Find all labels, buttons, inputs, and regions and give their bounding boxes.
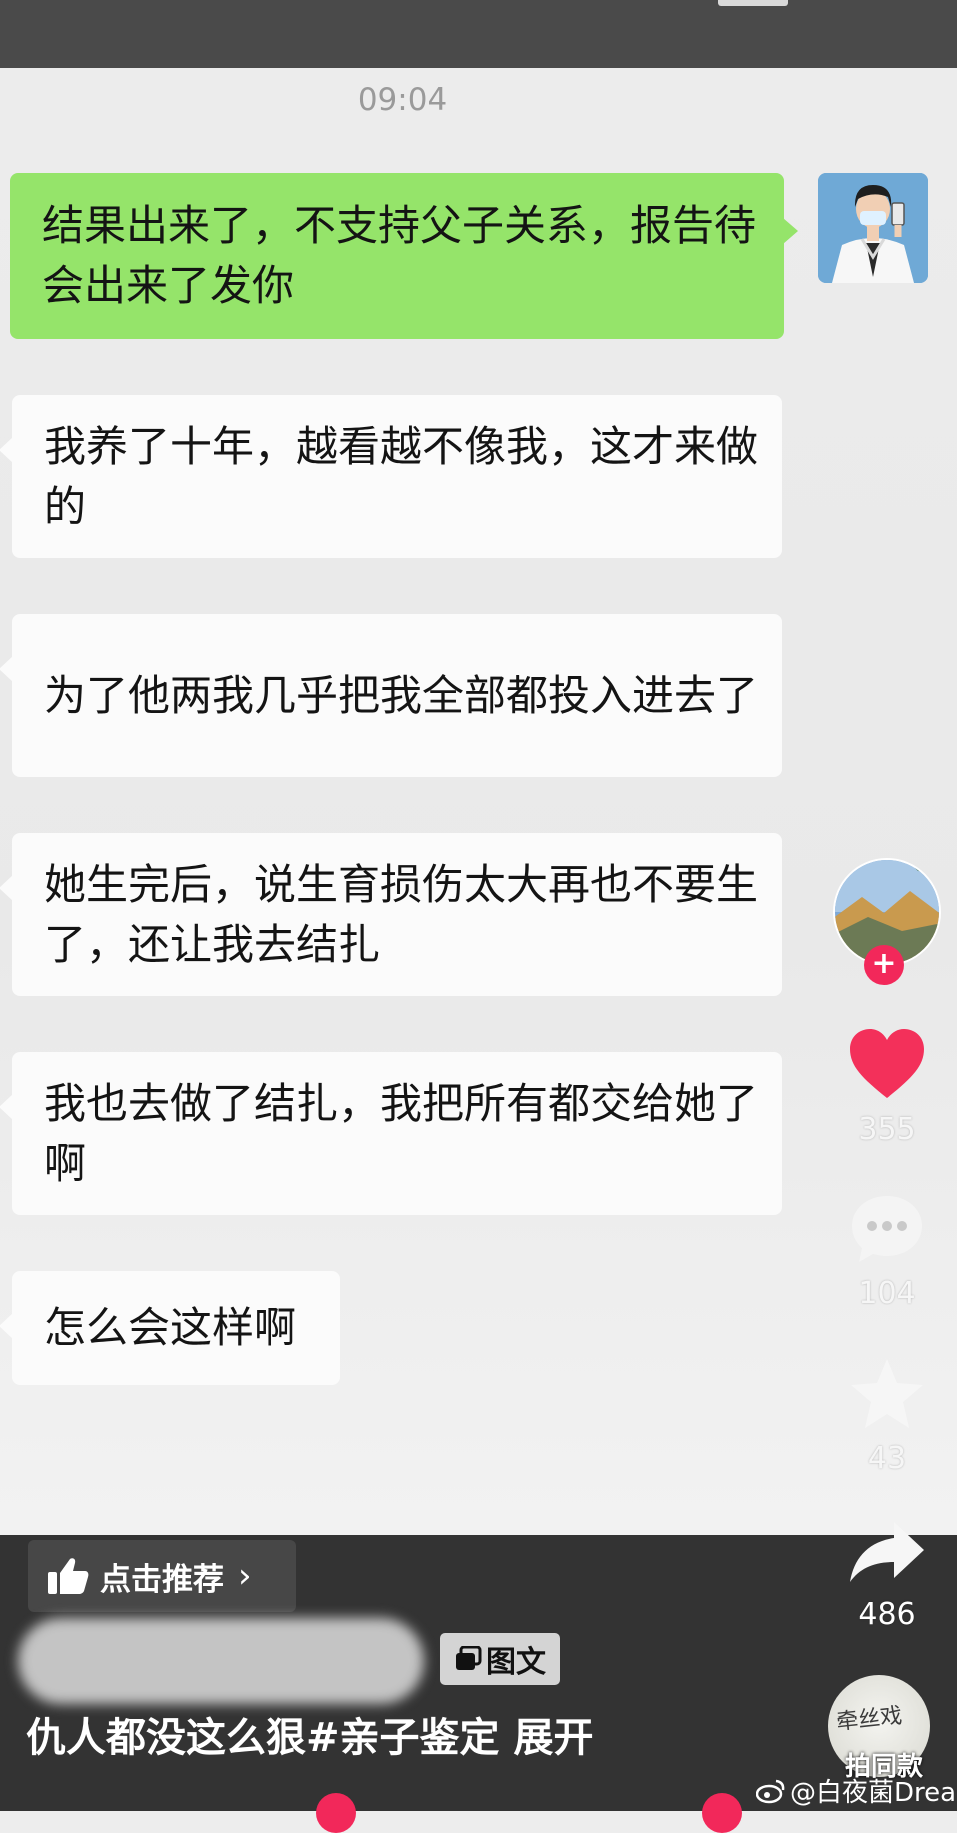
received-message-text: 为了他两我几乎把我全部都投入进去了 [44, 670, 759, 720]
doctor-avatar [818, 173, 928, 283]
follow-plus-label: + [871, 946, 897, 981]
received-message-text: 她生完后，说生育损伤太大再也不要生了，还让我去结扎 [44, 859, 759, 969]
received-message-bubble: 为了他两我几乎把我全部都投入进去了 [0, 614, 782, 777]
share-icon [850, 1522, 924, 1582]
recommend-button[interactable]: 点击推荐 › [28, 1540, 296, 1612]
sent-message-text: 结果出来了，不支持父子关系，报告待会出来了发你 [42, 201, 757, 310]
received-message-text: 我养了十年，越看越不像我，这才来做的 [44, 421, 759, 531]
favorite-count: 43 [867, 1441, 907, 1476]
image-text-label: 图文 [486, 1645, 546, 1680]
chat-timestamp: 09:04 [357, 82, 448, 118]
weibo-watermark: @白夜菌Dream [756, 1772, 957, 1809]
status-indicator [718, 0, 788, 6]
favorite-button[interactable] [848, 1357, 926, 1431]
received-message-bubble: 我也去做了结扎，我把所有都交给她了啊 [0, 1052, 782, 1215]
caption-text[interactable]: 仇人都没这么狠#亲子鉴定 [26, 1715, 500, 1761]
watermark-text: @白夜菌Dream [790, 1778, 957, 1808]
comment-icon [852, 1196, 922, 1262]
top-status-bar [0, 0, 957, 68]
music-cover-text: 牵丝戏 [835, 1703, 904, 1736]
like-count: 355 [858, 1112, 916, 1147]
received-message-bubble: 怎么会这样啊 [0, 1271, 340, 1385]
received-message-bubble: 我养了十年，越看越不像我，这才来做的 [0, 395, 782, 558]
comment-count: 104 [858, 1276, 916, 1311]
received-message-text: 怎么会这样啊 [44, 1303, 297, 1352]
share-button[interactable] [848, 1520, 926, 1584]
red-dot-marker [702, 1793, 742, 1833]
recommend-label: 点击推荐 [100, 1561, 224, 1598]
video-caption: 仇人都没这么狠#亲子鉴定 展开 [26, 1705, 594, 1763]
image-stack-icon [456, 1646, 482, 1670]
share-count: 486 [858, 1597, 916, 1632]
red-dot-marker [316, 1793, 356, 1833]
heart-icon [850, 1029, 924, 1098]
image-text-badge: 图文 [440, 1633, 560, 1685]
expand-button[interactable]: 展开 [514, 1715, 594, 1761]
thumbs-up-icon [48, 1558, 89, 1594]
received-message-bubble: 她生完后，说生育损伤太大再也不要生了，还让我去结扎 [0, 833, 782, 996]
sent-message-bubble: 结果出来了，不支持父子关系，报告待会出来了发你 [10, 173, 798, 339]
like-button[interactable] [848, 1028, 926, 1100]
comment-button[interactable] [849, 1192, 925, 1264]
weibo-logo-icon [756, 1779, 785, 1803]
follow-plus-button[interactable]: + [864, 945, 904, 985]
blurred-username[interactable] [18, 1618, 424, 1704]
chevron-right-icon: › [238, 1556, 252, 1596]
star-icon [851, 1359, 923, 1428]
received-message-text: 我也去做了结扎，我把所有都交给她了啊 [44, 1078, 759, 1188]
